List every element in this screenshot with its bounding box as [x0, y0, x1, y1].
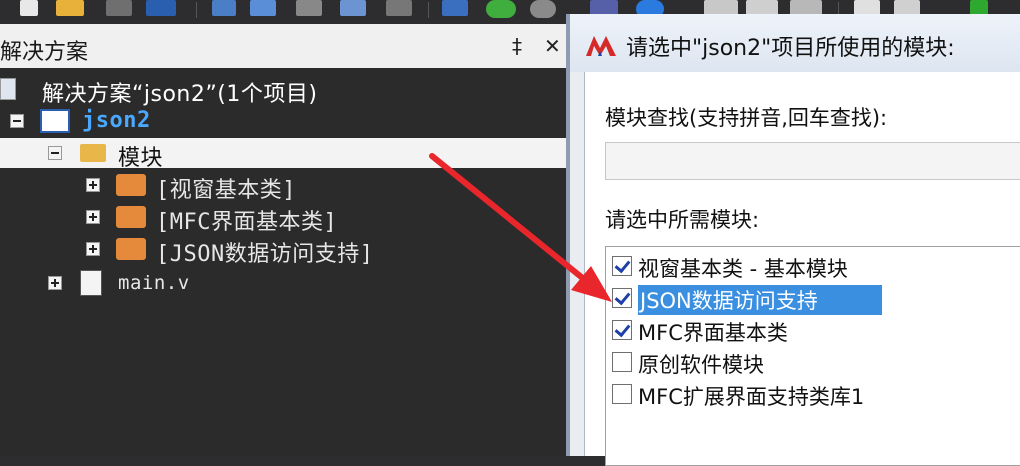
toolbar-separator	[428, 2, 429, 18]
expand-icon[interactable]	[48, 276, 62, 290]
app-logo-icon	[586, 34, 616, 56]
module-item-label: MFC扩展界面支持类库1	[638, 385, 865, 409]
collapse-icon[interactable]	[10, 114, 24, 128]
module-list-item[interactable]: 原创软件模块	[608, 347, 1020, 377]
redo-icon[interactable]	[296, 0, 322, 16]
pin-icon[interactable]: ‡	[512, 34, 522, 58]
expand-icon[interactable]	[86, 178, 100, 192]
solution-icon	[0, 78, 16, 100]
tree-item-project[interactable]: json2	[0, 106, 570, 136]
expand-icon[interactable]	[86, 210, 100, 224]
tree-item-label: [JSON数据访问支持]	[156, 242, 374, 267]
stop-icon[interactable]	[386, 0, 412, 16]
module-package-icon	[116, 238, 146, 260]
tree-item-label: 解决方案“json2”(1个项目)	[42, 82, 318, 107]
tree-item-label: [MFC界面基本类]	[156, 210, 338, 235]
module-item-label: 原创软件模块	[638, 353, 764, 377]
module-search-input[interactable]	[605, 142, 1020, 180]
tree-item-label: json2	[82, 108, 151, 133]
tree-item-label: [视窗基本类]	[156, 178, 296, 203]
module-list-label: 请选中所需模块:	[605, 208, 760, 232]
module-checkbox[interactable]	[612, 320, 632, 340]
dialog-client-area: 模块查找(支持拼音,回车查找): 请选中所需模块: 视窗基本类 - 基本模块 J…	[584, 72, 1020, 466]
tree-item-module[interactable]: [MFC界面基本类]	[0, 202, 570, 235]
project-icon	[40, 109, 70, 133]
save-all-icon[interactable]	[146, 0, 176, 16]
file-icon	[80, 270, 102, 296]
save-icon[interactable]	[106, 0, 132, 16]
undo-icon[interactable]	[250, 0, 276, 16]
tree-item-label: 模块	[118, 146, 164, 171]
module-list-item[interactable]: 视窗基本类 - 基本模块	[608, 251, 1020, 281]
navigate-icon[interactable]	[212, 0, 236, 16]
build-icon[interactable]	[340, 0, 366, 16]
new-file-icon[interactable]	[20, 0, 38, 16]
solution-tree: 解决方案“json2”(1个项目) json2 模块 [视窗基本类] [MFC界…	[0, 68, 570, 456]
module-list-item[interactable]: MFC界面基本类	[608, 315, 1020, 345]
module-package-icon	[116, 174, 146, 196]
solution-explorer-header: 解决方案 ‡ ✕	[0, 24, 570, 68]
tree-item-modules-folder[interactable]: 模块	[0, 138, 570, 171]
panel-title: 解决方案	[0, 40, 89, 65]
tree-item-file[interactable]: main.v	[0, 268, 570, 298]
tree-item-module[interactable]: [视窗基本类]	[0, 170, 570, 203]
go-forward-icon[interactable]	[530, 0, 556, 18]
module-list-item[interactable]: MFC扩展界面支持类库1	[608, 379, 1020, 409]
module-list-item[interactable]: JSON数据访问支持	[608, 283, 1020, 315]
open-folder-icon[interactable]	[56, 0, 84, 16]
dialog-titlebar[interactable]: 请选中"json2"项目所使用的模块:	[570, 14, 1020, 72]
module-item-label: 视窗基本类 - 基本模块	[638, 257, 848, 281]
module-list[interactable]: 视窗基本类 - 基本模块 JSON数据访问支持 MFC界面基本类 原创软件模块 …	[605, 246, 1020, 466]
tree-item-module[interactable]: [JSON数据访问支持]	[0, 234, 570, 267]
go-back-icon[interactable]	[486, 0, 516, 18]
search-label: 模块查找(支持拼音,回车查找):	[605, 106, 888, 130]
close-icon[interactable]: ✕	[544, 34, 561, 58]
module-item-label: MFC界面基本类	[638, 321, 788, 345]
module-checkbox[interactable]	[612, 384, 632, 404]
dialog-title: 请选中"json2"项目所使用的模块:	[626, 36, 955, 61]
folder-icon	[80, 144, 106, 162]
collapse-icon[interactable]	[48, 146, 62, 160]
module-checkbox[interactable]	[612, 256, 632, 276]
module-checkbox[interactable]	[612, 352, 632, 372]
toolbar-separator	[196, 2, 197, 18]
module-selection-dialog: 请选中"json2"项目所使用的模块: 模块查找(支持拼音,回车查找): 请选中…	[566, 14, 1020, 466]
module-item-label: JSON数据访问支持	[638, 285, 882, 315]
module-checkbox[interactable]	[612, 288, 632, 308]
expand-icon[interactable]	[86, 242, 100, 256]
module-package-icon	[116, 206, 146, 228]
tree-item-solution[interactable]: 解决方案“json2”(1个项目)	[0, 74, 570, 107]
module-icon[interactable]	[442, 0, 468, 16]
tree-item-label: main.v	[118, 272, 190, 294]
